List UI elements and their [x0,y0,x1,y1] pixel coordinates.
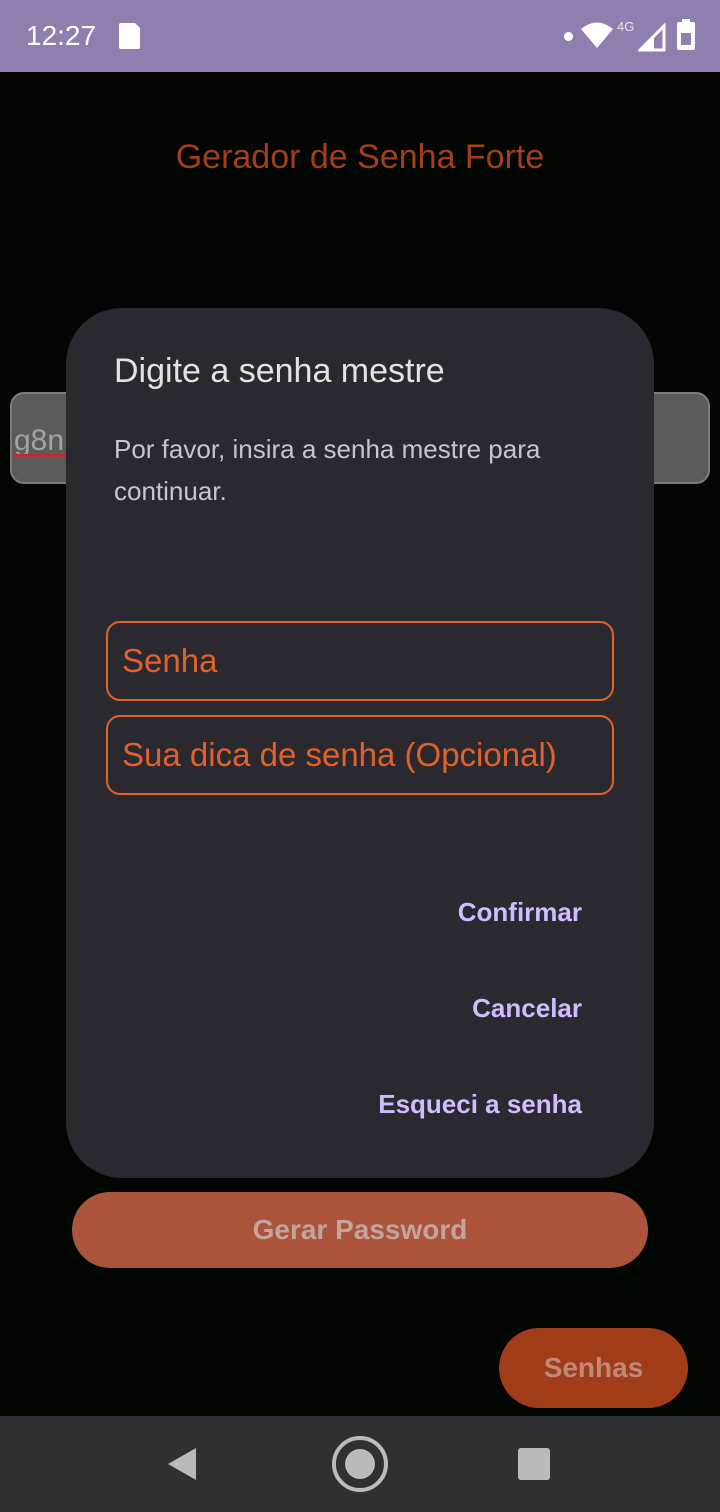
senhas-button[interactable]: Senhas [499,1328,688,1408]
network-type-label: 4G [617,19,635,34]
cancel-button[interactable]: Cancelar [472,993,582,1024]
spellcheck-underline [14,454,74,457]
sim-card-icon [119,23,140,49]
master-password-placeholder: Senha [122,642,218,679]
navigation-bar [0,1416,720,1512]
cell-signal-icon [638,22,666,52]
recents-icon[interactable] [518,1448,550,1480]
generated-password-value: g8n [14,424,65,457]
status-time: 12:27 [26,20,97,51]
dialog-message: Por favor, insira a senha mestre para co… [114,434,541,506]
app-title: Gerador de Senha Forte [175,138,545,176]
master-password-dialog: Digite a senha mestre Por favor, insira … [66,308,654,1178]
back-icon[interactable] [166,1446,198,1482]
status-bar: 12:27 4G [0,0,720,72]
wifi-icon [581,22,613,48]
battery-icon [677,19,695,50]
master-password-input[interactable]: Senha [106,621,614,701]
confirm-button[interactable]: Confirmar [458,897,582,928]
home-icon[interactable] [330,1434,390,1494]
notification-dot-icon [564,32,573,41]
password-hint-placeholder: Sua dica de senha (Opcional) [122,736,557,773]
forgot-password-button[interactable]: Esqueci a senha [378,1089,582,1120]
dialog-title: Digite a senha mestre [114,352,445,390]
password-hint-input[interactable]: Sua dica de senha (Opcional) [106,715,614,795]
generate-password-button[interactable]: Gerar Password [72,1192,648,1268]
